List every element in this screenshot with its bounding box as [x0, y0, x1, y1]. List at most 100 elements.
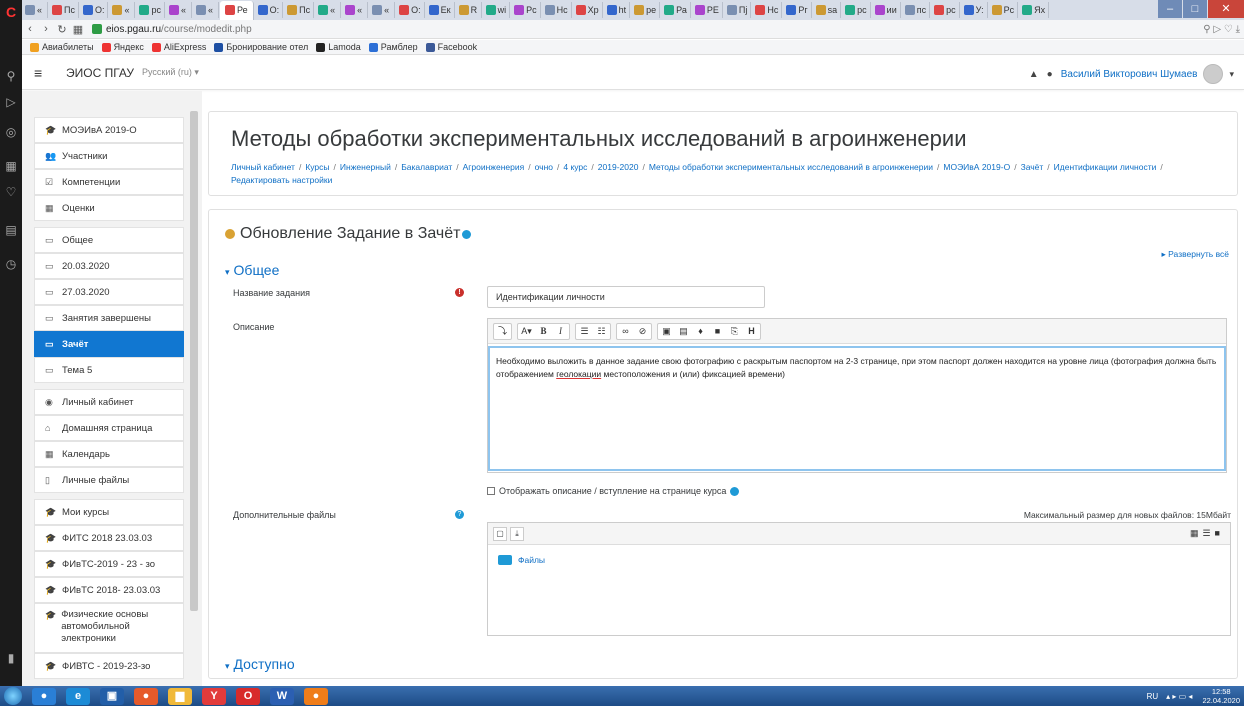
folder-icon[interactable]: ▆ — [168, 687, 192, 705]
sidebar-item[interactable]: ☑ Компетенции — [34, 169, 184, 195]
font-style-icon[interactable]: A▾ — [518, 324, 535, 339]
sidebar-item[interactable]: ▦ Календарь — [34, 441, 184, 467]
start-button[interactable] — [4, 687, 22, 705]
italic-icon[interactable]: I — [552, 324, 569, 339]
sidebar-item[interactable]: ▭ Зачёт — [34, 331, 184, 357]
sidebar-item[interactable]: ▭ Общее — [34, 227, 184, 253]
browser-tab[interactable]: рс — [842, 2, 871, 18]
breadcrumb-link[interactable]: Редактировать настройки — [231, 175, 332, 185]
manage-files-icon[interactable]: ⎘ — [726, 324, 743, 339]
link-icon[interactable]: ∞ — [617, 324, 634, 339]
sidebar-item[interactable]: 🎓 Мои курсы — [34, 499, 184, 525]
help-icon[interactable] — [462, 229, 472, 239]
show-description-checkbox[interactable] — [487, 487, 495, 495]
browser-tab[interactable]: « — [342, 2, 369, 18]
browser-tab[interactable]: Хр — [573, 2, 603, 18]
panel-icon[interactable]: ▮ — [3, 650, 19, 666]
browser-tab[interactable]: Нс — [752, 2, 783, 18]
back-icon[interactable]: ‹ — [22, 23, 38, 35]
history-icon[interactable]: ◷ — [3, 256, 19, 272]
breadcrumb-link[interactable]: Идентификации личности — [1054, 162, 1157, 172]
notes-icon[interactable]: ▤ — [3, 222, 19, 238]
breadcrumb-link[interactable]: Методы обработки экспериментальных иссле… — [649, 162, 933, 172]
reload-icon[interactable]: ↻ — [54, 23, 70, 36]
browser-tab[interactable]: ѕа — [813, 2, 842, 18]
apps-icon[interactable]: ▦ — [70, 23, 86, 36]
browser-tab[interactable]: рс — [136, 2, 165, 18]
breadcrumb-link[interactable]: 2019-2020 — [598, 162, 639, 172]
sidebar-item[interactable]: 🎓 Физические основы автомобильной электро… — [34, 603, 184, 653]
browser-tab[interactable]: « — [315, 2, 342, 18]
breadcrumb-link[interactable]: Агроинженерия — [463, 162, 525, 172]
user-name[interactable]: Василий Викторович Шумаев — [1061, 69, 1198, 80]
media-icon[interactable]: ▤ — [675, 324, 692, 339]
breadcrumb-link[interactable]: очно — [535, 162, 553, 172]
ie-icon[interactable]: e — [66, 687, 90, 705]
browser-tab[interactable]: Ра — [661, 2, 691, 18]
maximize-icon[interactable]: □ — [1183, 0, 1207, 18]
browser-tab[interactable]: рс — [931, 2, 960, 18]
camera-icon[interactable]: ◎ — [3, 124, 19, 140]
browser-tab[interactable]: wi — [483, 2, 511, 18]
breadcrumb-link[interactable]: Зачёт — [1021, 162, 1044, 172]
download-icon[interactable]: ⤓ — [510, 526, 524, 541]
word-icon[interactable]: W — [270, 687, 294, 705]
browser-tab[interactable]: « — [193, 2, 219, 18]
sidebar-item[interactable]: ▭ 27.03.2020 — [34, 279, 184, 305]
bold-icon[interactable]: B — [535, 324, 552, 339]
menu-toggle-icon[interactable]: ≡ — [34, 65, 62, 81]
sidebar-item[interactable]: ⌂ Домашняя страница — [34, 415, 184, 441]
drawer-scrollbar[interactable] — [190, 111, 198, 611]
close-icon[interactable]: ✕ — [1208, 0, 1244, 18]
video-icon[interactable]: ■ — [709, 324, 726, 339]
yandex-icon[interactable]: Y — [202, 687, 226, 705]
browser-tab[interactable]: Пс — [49, 2, 79, 18]
url-field[interactable]: eios.pgau.ru /course/modedit.php — [92, 22, 1184, 37]
bell-icon[interactable]: ▲ — [1029, 69, 1039, 80]
assignment-name-input[interactable] — [487, 286, 765, 308]
sidebar-item[interactable]: ▭ Занятия завершены — [34, 305, 184, 331]
sidebar-item[interactable]: 🎓 МОЭИвА 2019-О — [34, 117, 184, 143]
site-name[interactable]: ЭИОС ПГАУ — [66, 66, 134, 80]
message-icon[interactable]: ● — [1047, 69, 1053, 80]
browser-tab[interactable]: О: — [255, 2, 284, 18]
language-selector[interactable]: Русский (ru) ▾ — [142, 67, 199, 78]
sidebar-item[interactable]: ▭ Тема 5 — [34, 357, 184, 383]
browser-tab[interactable]: Ек — [426, 2, 455, 18]
language-indicator[interactable]: RU — [1147, 692, 1159, 701]
sidebar-item[interactable]: 👥 Участники — [34, 143, 184, 169]
app-icon[interactable]: ● — [32, 687, 56, 705]
h5p-icon[interactable]: H — [743, 324, 760, 339]
microphone-icon[interactable]: ♦ — [692, 324, 709, 339]
bookmark-item[interactable]: AliExpress — [151, 42, 206, 52]
help-icon[interactable]: ? — [455, 510, 464, 519]
numbered-list-icon[interactable]: ☷ — [593, 324, 610, 339]
section-general-header[interactable]: ▾ Общее — [225, 262, 279, 278]
sidebar-item[interactable]: ▦ Оценки — [34, 195, 184, 221]
bookmark-item[interactable]: Facebook — [425, 42, 477, 52]
tray-icons[interactable]: ▴ ▸ ▭ ◂ — [1166, 692, 1192, 701]
browser-tab[interactable]: РЕ — [692, 2, 723, 18]
browser-tab[interactable]: Рс — [989, 2, 1019, 18]
search-icon[interactable]: ⚲ — [3, 68, 19, 84]
sidebar-item[interactable]: ▭ 20.03.2020 — [34, 253, 184, 279]
browser-tab[interactable]: ии — [872, 2, 901, 18]
app-icon[interactable]: ▣ — [100, 687, 124, 705]
browser-tab[interactable]: Ях — [1019, 2, 1050, 18]
sidebar-item[interactable]: 🎓 ФИвТС 2018- 23.03.03 — [34, 577, 184, 603]
breadcrumb-link[interactable]: Бакалавриат — [401, 162, 452, 172]
heart-icon[interactable]: ♡ — [3, 184, 19, 200]
browser-tab[interactable]: пс — [902, 2, 931, 18]
add-file-icon[interactable]: ▢ — [493, 526, 507, 541]
expand-all-link[interactable]: ▸ Развернуть всё — [1162, 249, 1229, 260]
folder-item[interactable]: Файлы — [498, 555, 545, 565]
section-available-header[interactable]: ▾ Доступно — [225, 656, 295, 672]
browser-tab[interactable]: « — [369, 2, 396, 18]
app-icon[interactable]: ● — [134, 687, 158, 705]
bullet-list-icon[interactable]: ☰ — [576, 324, 593, 339]
browser-tab[interactable]: Рс — [511, 2, 541, 18]
breadcrumb-link[interactable]: Курсы — [305, 162, 329, 172]
browser-tab[interactable]: О: — [396, 2, 425, 18]
toolbar-toggle-icon[interactable]: ⤵ — [494, 324, 511, 339]
sidebar-item[interactable]: 🎓 ФИвТС-2019 - 23 - зо — [34, 551, 184, 577]
